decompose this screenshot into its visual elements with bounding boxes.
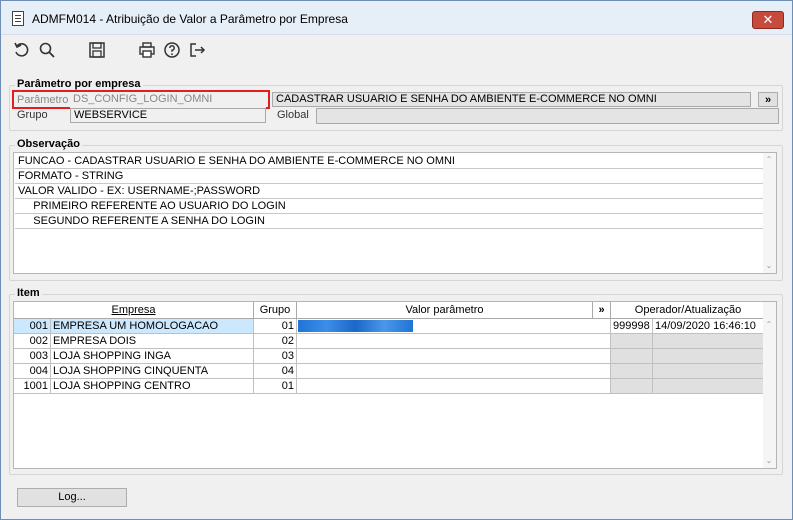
- column-header-grupo[interactable]: Grupo: [254, 302, 297, 319]
- column-header-valor[interactable]: Valor parâmetro: [297, 302, 593, 319]
- cell-valor[interactable]: [297, 334, 611, 349]
- cell-grupo: 03: [254, 349, 297, 364]
- column-header-operador[interactable]: Operador/Atualização: [611, 302, 766, 319]
- cell-code: 003: [14, 349, 51, 364]
- cell-code: 1001: [14, 379, 51, 394]
- cell-operador: [611, 349, 653, 364]
- scroll-down-icon[interactable]: ⌄: [765, 456, 773, 465]
- cell-operador: [611, 364, 653, 379]
- column-header-empresa[interactable]: Empresa: [14, 302, 254, 319]
- observacao-textbox[interactable]: FUNCAO - CADASTRAR USUARIO E SENHA DO AM…: [13, 152, 777, 274]
- scroll-up-icon[interactable]: ⌃: [765, 320, 773, 329]
- cell-empresa: EMPRESA DOIS: [51, 334, 254, 349]
- parametro-description-field: CADASTRAR USUARIO E SENHA DO AMBIENTE E-…: [272, 92, 751, 107]
- cell-data: [653, 349, 766, 364]
- title-bar: ADMFM014 - Atribuição de Valor a Parâmet…: [1, 1, 792, 35]
- scroll-down-icon[interactable]: ⌄: [765, 261, 773, 270]
- table-row[interactable]: 001 EMPRESA UM HOMOLOGACAO 01 999998 14/…: [14, 319, 766, 334]
- parametro-label: Parâmetro: [17, 94, 69, 106]
- cell-valor[interactable]: [297, 319, 611, 334]
- cell-empresa: LOJA SHOPPING CENTRO: [51, 379, 254, 394]
- save-icon[interactable]: [86, 39, 108, 61]
- window-title: ADMFM014 - Atribuição de Valor a Parâmet…: [32, 12, 348, 26]
- item-grid: Empresa Grupo Valor parâmetro » Operador…: [13, 301, 777, 469]
- undo-icon[interactable]: [11, 39, 33, 61]
- grupo-field[interactable]: WEBSERVICE: [70, 108, 266, 123]
- global-label: Global: [277, 109, 309, 121]
- cell-data: [653, 364, 766, 379]
- document-icon: [12, 11, 24, 26]
- parametro-field[interactable]: DS_CONFIG_LOGIN_OMNI: [70, 93, 266, 108]
- cell-data: [653, 334, 766, 349]
- cell-grupo: 04: [254, 364, 297, 379]
- table-row[interactable]: 003 LOJA SHOPPING INGA 03: [14, 349, 766, 364]
- table-row[interactable]: 002 EMPRESA DOIS 02: [14, 334, 766, 349]
- parametro-section-title: Parâmetro por empresa: [15, 78, 143, 90]
- cell-code: 002: [14, 334, 51, 349]
- toolbar: [1, 35, 792, 65]
- cell-operador: [611, 334, 653, 349]
- help-icon[interactable]: [161, 39, 183, 61]
- observacao-line: PRIMEIRO REFERENTE AO USUARIO DO LOGIN: [15, 199, 765, 214]
- table-row[interactable]: 004 LOJA SHOPPING CINQUENTA 04: [14, 364, 766, 379]
- parametro-more-button[interactable]: »: [758, 92, 778, 107]
- cell-operador: [611, 379, 653, 394]
- observacao-line: FUNCAO - CADASTRAR USUARIO E SENHA DO AM…: [15, 154, 765, 169]
- column-header-more-button[interactable]: »: [593, 302, 611, 319]
- item-section-title: Item: [15, 287, 42, 299]
- close-button[interactable]: ✕: [752, 11, 784, 29]
- cell-data: 14/09/2020 16:46:10: [653, 319, 766, 334]
- scroll-up-icon[interactable]: ⌃: [765, 155, 773, 164]
- cell-empresa: LOJA SHOPPING INGA: [51, 349, 254, 364]
- cell-valor[interactable]: [297, 349, 611, 364]
- observacao-scrollbar[interactable]: ⌃ ⌄: [763, 153, 776, 273]
- cell-grupo: 01: [254, 319, 297, 334]
- cell-code: 004: [14, 364, 51, 379]
- exit-icon[interactable]: [186, 39, 208, 61]
- observacao-line: VALOR VALIDO - EX: USERNAME-;PASSWORD: [15, 184, 765, 199]
- cell-code: 001: [14, 319, 51, 334]
- column-header-empresa-label: Empresa: [111, 304, 156, 316]
- masked-value: [298, 320, 413, 332]
- cell-empresa: EMPRESA UM HOMOLOGACAO: [51, 319, 254, 334]
- table-row[interactable]: 1001 LOJA SHOPPING CENTRO 01: [14, 379, 766, 394]
- cell-data: [653, 379, 766, 394]
- app-window: ADMFM014 - Atribuição de Valor a Parâmet…: [0, 0, 793, 520]
- cell-grupo: 01: [254, 379, 297, 394]
- cell-valor[interactable]: [297, 379, 611, 394]
- print-icon[interactable]: [136, 39, 158, 61]
- global-field[interactable]: [316, 108, 779, 124]
- cell-valor[interactable]: [297, 364, 611, 379]
- item-grid-scrollbar[interactable]: ⌃ ⌄: [763, 302, 776, 468]
- grupo-label: Grupo: [17, 109, 48, 121]
- cell-empresa: LOJA SHOPPING CINQUENTA: [51, 364, 254, 379]
- search-icon[interactable]: [36, 39, 58, 61]
- log-button[interactable]: Log...: [17, 488, 127, 507]
- cell-grupo: 02: [254, 334, 297, 349]
- observacao-section-title: Observação: [15, 138, 82, 150]
- cell-operador: 999998: [611, 319, 653, 334]
- observacao-line: SEGUNDO REFERENTE A SENHA DO LOGIN: [15, 214, 765, 229]
- observacao-line: FORMATO - STRING: [15, 169, 765, 184]
